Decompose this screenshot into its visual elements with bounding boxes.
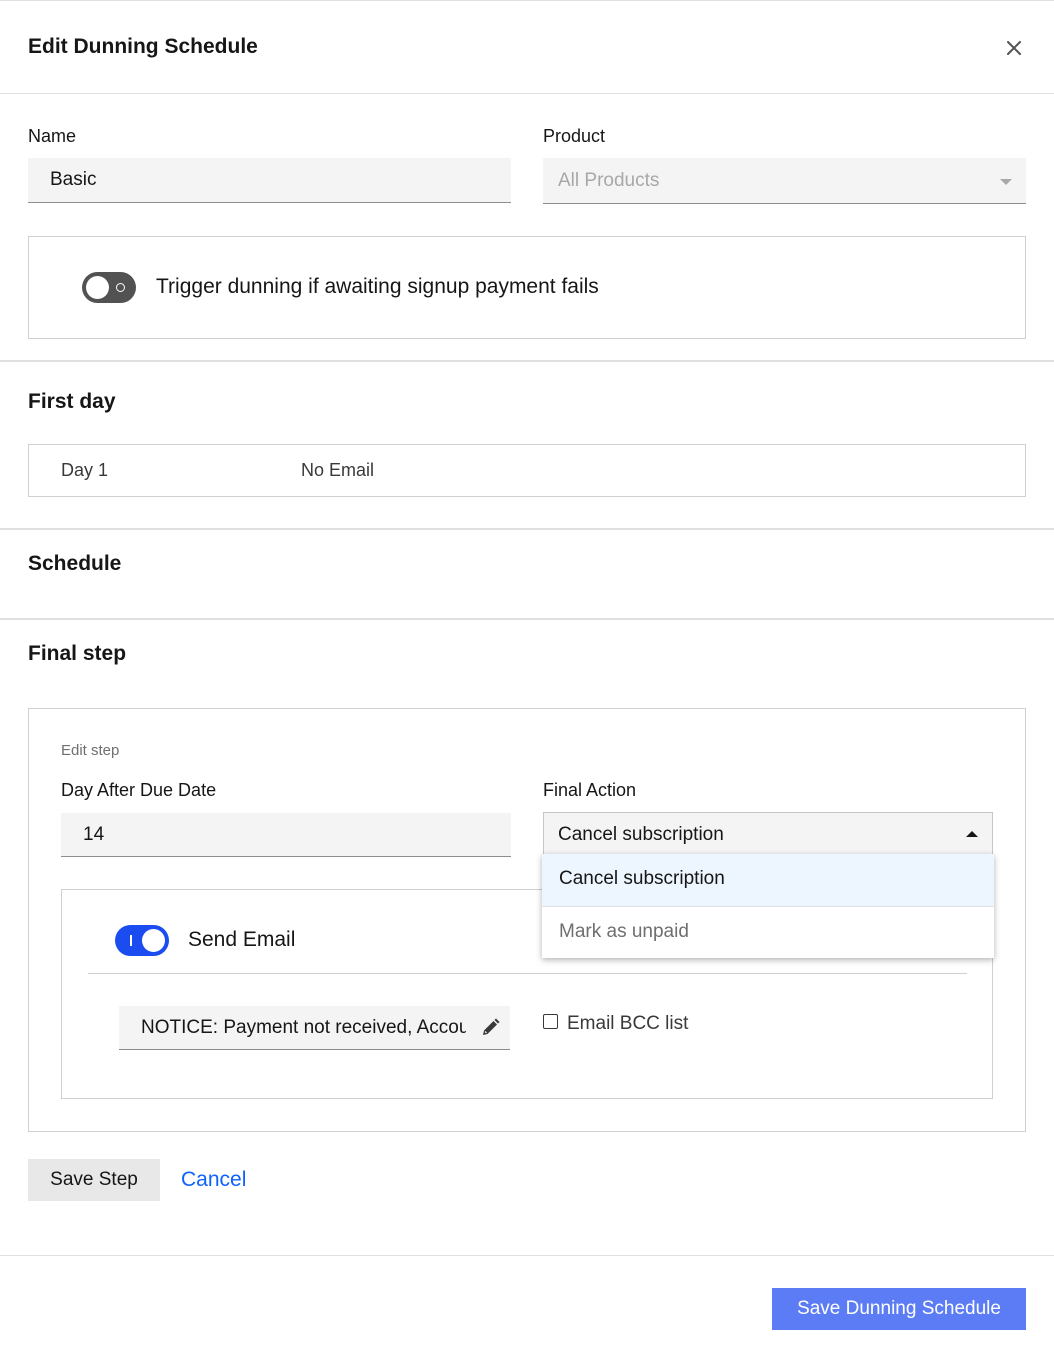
footer-divider	[0, 1255, 1054, 1256]
day-after-due-label: Day After Due Date	[61, 780, 217, 800]
edit-dunning-modal: Edit Dunning Schedule Name Product All P…	[0, 0, 1054, 1356]
trigger-toggle-container: Trigger dunning if awaiting signup payme…	[28, 236, 1026, 339]
chevron-down-icon	[1000, 179, 1012, 185]
first-day-row: Day 1 No Email	[28, 444, 1026, 497]
dropdown-option-label: Cancel subscription	[559, 868, 725, 889]
product-select: All Products	[543, 158, 1026, 204]
dropdown-option-label: Mark as unpaid	[559, 921, 689, 942]
section-divider	[0, 528, 1054, 530]
dropdown-option[interactable]: Mark as unpaid	[542, 906, 994, 958]
product-select-value: All Products	[558, 170, 660, 191]
save-step-button[interactable]: Save Step	[28, 1159, 160, 1201]
email-subject-field[interactable]: NOTICE: Payment not received, Account	[119, 1006, 510, 1050]
name-label: Name	[28, 126, 77, 146]
modal-header: Edit Dunning Schedule	[0, 1, 1054, 94]
first-day-day: Day 1	[61, 460, 109, 480]
cancel-link[interactable]: Cancel	[181, 1168, 246, 1192]
save-dunning-schedule-button[interactable]: Save Dunning Schedule	[772, 1288, 1026, 1330]
email-bcc-label: Email BCC list	[567, 1013, 689, 1034]
close-icon[interactable]	[1002, 36, 1026, 60]
final-action-label: Final Action	[543, 780, 637, 800]
day-after-due-input[interactable]	[61, 813, 511, 857]
section-divider	[0, 360, 1054, 362]
toggle-knob	[142, 929, 165, 952]
trigger-dunning-toggle[interactable]	[82, 272, 136, 303]
toggle-on-icon	[130, 935, 132, 946]
final-action-select[interactable]: Cancel subscription	[543, 812, 993, 856]
pencil-icon[interactable]	[479, 1017, 501, 1039]
toggle-knob	[86, 276, 109, 299]
email-divider	[88, 973, 967, 974]
section-divider	[0, 618, 1054, 620]
final-step-title: Final step	[28, 642, 127, 665]
first-day-email: No Email	[301, 460, 375, 480]
chevron-up-icon	[966, 831, 978, 837]
send-email-label: Send Email	[188, 928, 296, 951]
email-subject-value: NOTICE: Payment not received, Account	[141, 1017, 466, 1038]
name-input[interactable]	[28, 158, 511, 203]
product-label: Product	[543, 126, 606, 146]
final-action-dropdown: Cancel subscription Mark as unpaid	[542, 854, 994, 958]
final-action-value: Cancel subscription	[558, 824, 724, 845]
edit-step-label: Edit step	[61, 742, 120, 759]
email-bcc-checkbox[interactable]	[543, 1014, 558, 1029]
trigger-dunning-label: Trigger dunning if awaiting signup payme…	[156, 275, 599, 298]
modal-title: Edit Dunning Schedule	[28, 35, 258, 58]
send-email-toggle[interactable]	[115, 925, 169, 956]
toggle-off-icon	[116, 283, 125, 292]
first-day-title: First day	[28, 390, 116, 413]
schedule-title: Schedule	[28, 552, 122, 575]
dropdown-option[interactable]: Cancel subscription	[542, 854, 994, 906]
